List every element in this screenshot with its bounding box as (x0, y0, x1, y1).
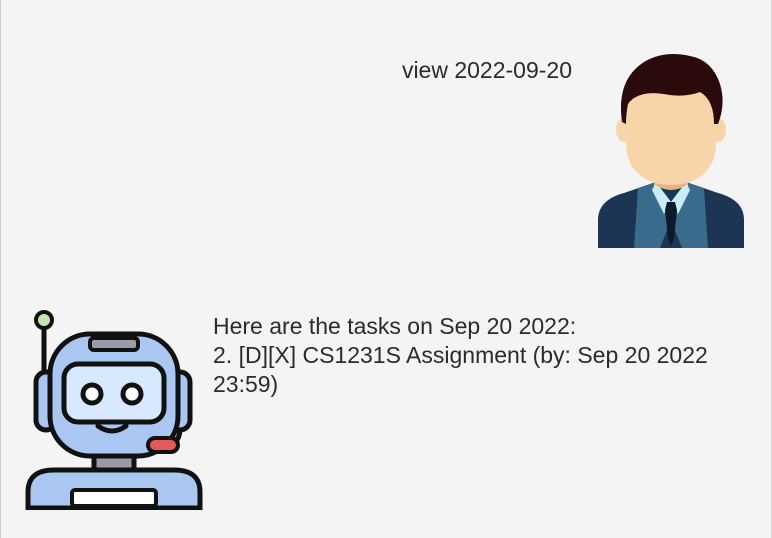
user-avatar-icon (598, 54, 744, 248)
user-message-text: view 2022-09-20 (401, 57, 572, 83)
user-dialog-box: view 2022-09-20 (0, 0, 772, 270)
bot-dialog-box: Here are the tasks on Sep 20 2022: 2. [D… (0, 270, 772, 538)
robot-avatar-icon (25, 310, 203, 510)
bot-message-text: Here are the tasks on Sep 20 2022: 2. [D… (213, 313, 708, 397)
